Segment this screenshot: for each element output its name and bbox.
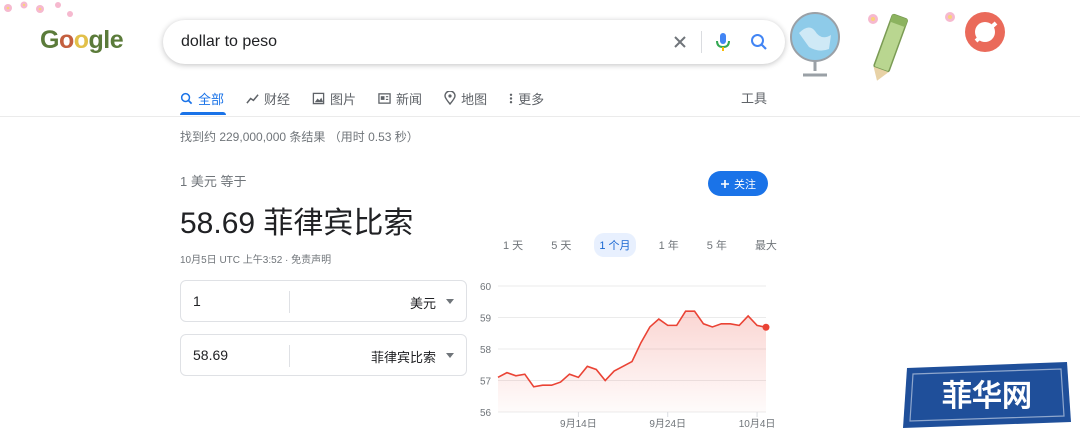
range-max[interactable]: 最大 — [750, 233, 782, 257]
image-icon — [312, 92, 325, 104]
x-tick-label: 10月4日 — [739, 418, 776, 430]
range-1d[interactable]: 1 天 — [498, 233, 528, 257]
more-dots-icon — [509, 93, 513, 103]
converter-divider — [289, 291, 290, 313]
x-tick-label: 9月14日 — [560, 418, 597, 430]
from-amount-input[interactable]: 1 — [193, 293, 201, 309]
plus-icon — [721, 179, 729, 188]
search-icon — [180, 92, 193, 104]
tab-label: 财经 — [264, 91, 291, 107]
x-tick-label: 9月24日 — [649, 418, 686, 430]
to-currency-select[interactable]: 菲律宾比索 — [371, 347, 436, 366]
converter-timestamp[interactable]: 10月5日 UTC 上午3:52 · 免责声明 — [180, 251, 331, 266]
search-separator — [701, 31, 702, 53]
exchange-rate-chart[interactable]: 60 59 58 57 56 9月14日 9月24日 10月4日 — [470, 272, 780, 440]
eraser-doodle-icon — [945, 12, 1005, 52]
chart-last-point — [762, 323, 770, 331]
to-amount-input[interactable]: 58.69 — [193, 347, 228, 363]
tab-label: 全部 — [198, 91, 225, 107]
watermark-text: 菲华网 — [942, 379, 1032, 414]
from-currency-box: 1 美元 — [180, 280, 467, 322]
active-tab-indicator — [180, 112, 226, 115]
converter-divider — [289, 345, 290, 367]
y-tick-label: 57 — [480, 377, 492, 388]
range-1m[interactable]: 1 个月 — [594, 233, 636, 257]
search-box[interactable]: dollar to peso — [163, 20, 785, 64]
microphone-icon[interactable] — [711, 30, 735, 54]
map-pin-icon — [444, 91, 456, 105]
news-icon — [378, 92, 391, 104]
y-tick-label: 56 — [480, 408, 492, 419]
tab-maps[interactable]: 地图 — [444, 88, 487, 108]
to-currency-box: 58.69 菲律宾比索 — [180, 334, 467, 376]
search-tabs: 全部 财经 图片 新闻 地图 更多 — [180, 88, 566, 108]
header-divider — [0, 116, 1080, 117]
tab-label: 新闻 — [396, 91, 423, 107]
tab-finance[interactable]: 财经 — [246, 88, 290, 108]
watermark-logo: 菲华网 — [903, 362, 1071, 428]
search-input[interactable]: dollar to peso — [181, 33, 277, 51]
converter-result: 58.69 菲律宾比索 — [180, 207, 414, 240]
chevron-down-icon[interactable] — [446, 299, 454, 304]
tab-images[interactable]: 图片 — [312, 88, 356, 108]
pencil-doodle-icon — [868, 13, 908, 81]
y-tick-label: 58 — [480, 345, 492, 356]
result-stats: 找到约 229,000,000 条结果 （用时 0.53 秒） — [180, 130, 419, 144]
google-logo[interactable]: Google — [40, 26, 124, 55]
tab-label: 更多 — [518, 91, 545, 107]
follow-label: 关注 — [734, 178, 756, 191]
y-tick-label: 59 — [480, 314, 492, 325]
y-tick-label: 60 — [480, 282, 492, 293]
tab-label: 地图 — [461, 91, 488, 107]
search-icon[interactable] — [747, 30, 771, 54]
converter-equals-text: 1 美元 等于 — [180, 174, 247, 189]
tab-more[interactable]: 更多 — [509, 88, 544, 108]
tab-all[interactable]: 全部 — [180, 88, 224, 108]
range-5y[interactable]: 5 年 — [702, 233, 732, 257]
follow-button[interactable]: 关注 — [708, 171, 768, 196]
from-currency-select[interactable]: 美元 — [410, 293, 436, 312]
clear-icon[interactable] — [668, 30, 692, 54]
tab-label: 图片 — [330, 91, 357, 107]
globe-doodle-icon — [790, 12, 840, 77]
tab-news[interactable]: 新闻 — [378, 88, 422, 108]
chevron-down-icon[interactable] — [446, 353, 454, 358]
tools-button[interactable]: 工具 — [741, 88, 767, 107]
finance-icon — [246, 93, 259, 104]
range-5d[interactable]: 5 天 — [546, 233, 576, 257]
range-1y[interactable]: 1 年 — [654, 233, 684, 257]
time-range-selector: 1 天 5 天 1 个月 1 年 5 年 最大 — [498, 233, 800, 257]
